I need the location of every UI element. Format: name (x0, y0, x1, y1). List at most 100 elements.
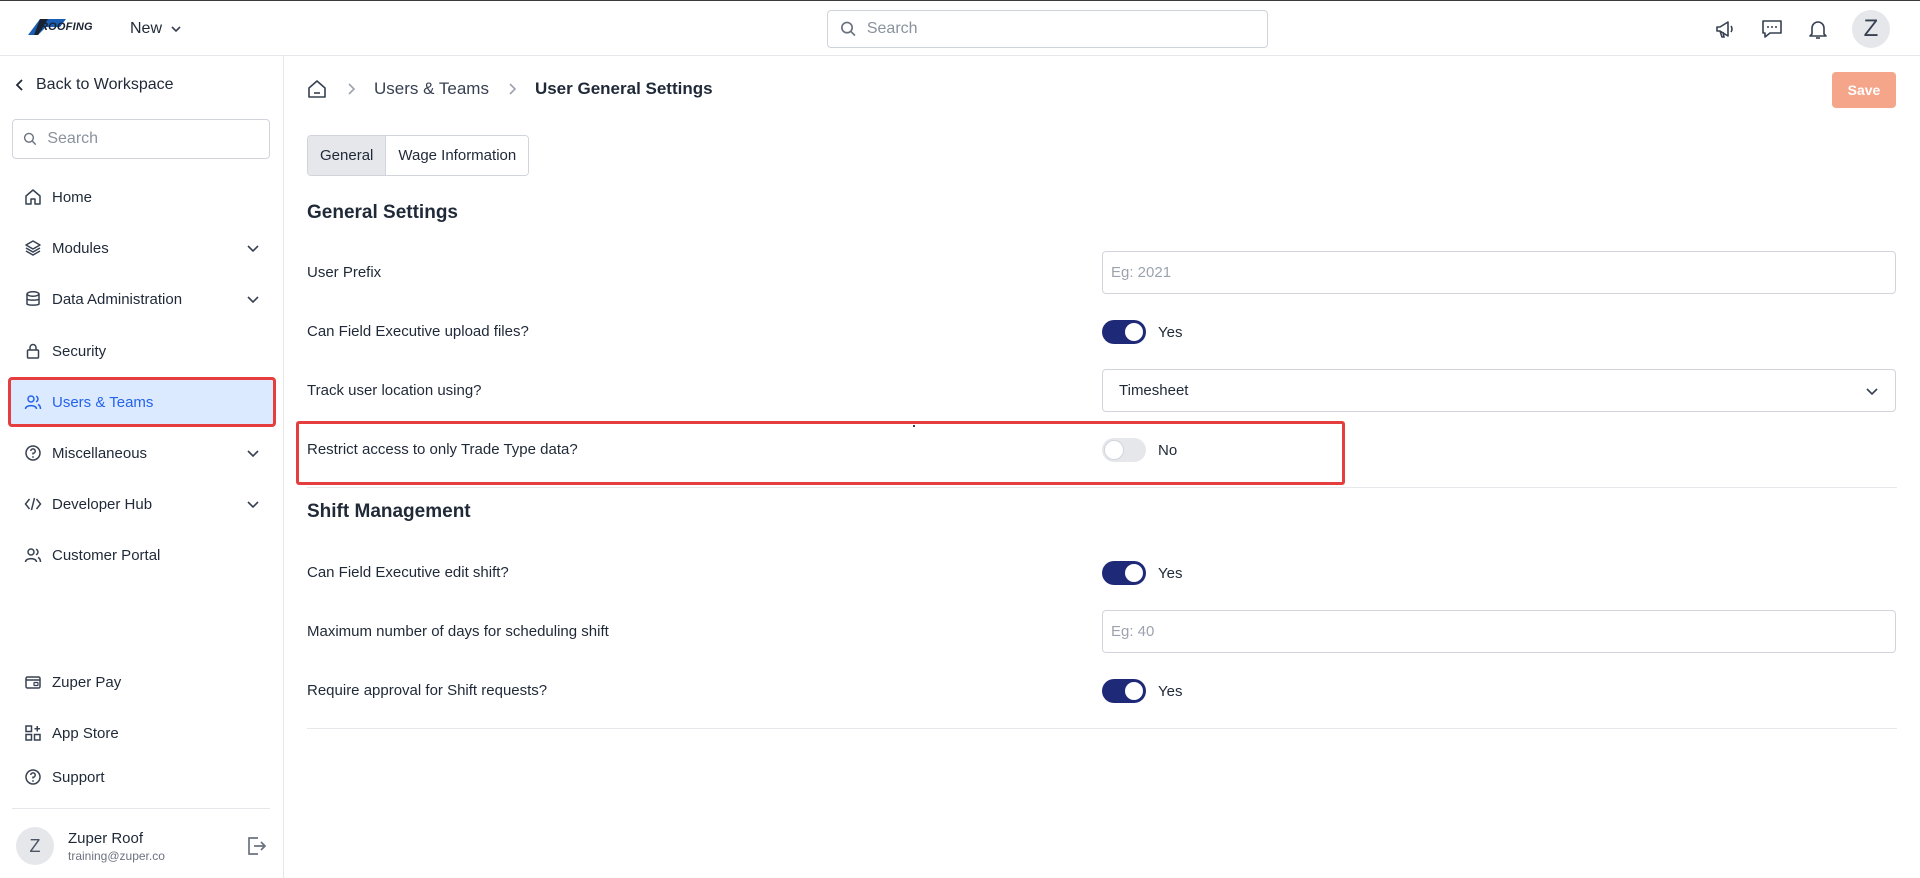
restrict-access-state: No (1158, 441, 1178, 459)
chevron-down-icon (171, 26, 181, 33)
sidebar-item-label: Miscellaneous (52, 444, 148, 462)
settings-tabs: General Wage Information (307, 135, 530, 176)
page-title: User General Settings (534, 79, 713, 98)
edit-shift-toggle-group: Yes (1102, 561, 1182, 585)
track-location-value: Timesheet (1119, 382, 1189, 399)
toggle-knob (1125, 564, 1143, 582)
megaphone-icon[interactable] (1714, 17, 1738, 41)
lock-icon (26, 343, 40, 359)
layers-icon (25, 240, 41, 256)
section-divider (307, 487, 1897, 488)
upload-files-state: Yes (1158, 323, 1183, 341)
sidebar-search[interactable] (12, 119, 270, 159)
logout-icon[interactable] (244, 834, 268, 858)
sidebar-item-developer-hub[interactable]: Developer Hub (10, 481, 274, 527)
tab-general[interactable]: General (308, 136, 387, 175)
chevron-right-icon (348, 83, 356, 95)
home-icon[interactable] (306, 78, 328, 100)
shift-management-title: Shift Management (307, 501, 471, 522)
user-prefix-input[interactable] (1102, 251, 1896, 294)
avatar[interactable]: Z (16, 827, 54, 865)
toggle-knob (1105, 441, 1123, 459)
help-circle-icon (25, 769, 41, 785)
upload-files-toggle[interactable] (1102, 320, 1146, 344)
users-icon (24, 548, 42, 563)
save-button[interactable]: Save (1832, 72, 1896, 108)
user-email: training@zuper.co (68, 848, 165, 863)
edit-shift-label: Can Field Executive edit shift? (307, 564, 509, 581)
user-info: Zuper Roof training@zuper.co (68, 830, 244, 863)
chevron-down-icon (247, 296, 259, 304)
sidebar-item-customer-portal[interactable]: Customer Portal (10, 532, 274, 578)
logo-text: ROOFING (40, 21, 93, 33)
toggle-knob (1125, 323, 1143, 341)
chevron-down-icon (1866, 387, 1878, 395)
global-search[interactable] (827, 10, 1268, 48)
user-name: Zuper Roof (68, 829, 144, 847)
sidebar-item-miscellaneous[interactable]: Miscellaneous (10, 430, 274, 476)
general-settings-title: General Settings (307, 202, 458, 223)
edit-shift-state: Yes (1158, 564, 1183, 582)
sidebar-item-app-store[interactable]: App Store (10, 710, 274, 756)
track-location-label: Track user location using? (307, 382, 482, 399)
user-prefix-label: User Prefix (307, 264, 382, 281)
sidebar-item-label: Support (52, 768, 105, 786)
sidebar-item-users-teams[interactable]: Users & Teams (8, 377, 276, 427)
sidebar-item-data-administration[interactable]: Data Administration (10, 276, 274, 322)
bell-icon[interactable] (1806, 17, 1830, 41)
sidebar-item-label: Modules (52, 239, 109, 257)
top-icons: Z (1714, 10, 1890, 48)
sidebar-item-label: App Store (52, 724, 119, 742)
chevron-right-icon (509, 83, 517, 95)
sidebar-item-security[interactable]: Security (10, 328, 274, 374)
back-to-workspace-link[interactable]: Back to Workspace (14, 76, 174, 94)
chevron-left-icon (15, 79, 23, 91)
restrict-access-toggle[interactable] (1102, 438, 1146, 462)
sidebar-item-label: Customer Portal (52, 546, 161, 564)
search-icon (841, 21, 856, 37)
chevron-down-icon (247, 245, 259, 253)
track-location-select[interactable]: Timesheet (1102, 369, 1896, 412)
max-days-input[interactable] (1102, 610, 1896, 653)
sidebar-item-label: Data Administration (52, 290, 183, 308)
sidebar-item-label: Users & Teams (52, 393, 154, 411)
sidebar: Back to Workspace Home Modules Data Admi… (0, 56, 284, 878)
sidebar-item-support[interactable]: Support (10, 754, 274, 800)
breadcrumb: Users & Teams User General Settings (306, 78, 713, 100)
sidebar-item-home[interactable]: Home (10, 174, 274, 220)
sidebar-search-input[interactable] (47, 130, 259, 148)
section-divider (307, 728, 1897, 729)
home-icon (25, 189, 41, 205)
chat-icon[interactable] (1760, 17, 1784, 41)
apps-icon (25, 725, 41, 741)
edit-shift-toggle[interactable] (1102, 561, 1146, 585)
sidebar-item-label: Developer Hub (52, 495, 153, 513)
new-label: New (130, 20, 163, 37)
sidebar-item-label: Home (52, 188, 93, 206)
current-user: Z Zuper Roof training@zuper.co (16, 824, 278, 868)
sidebar-divider (12, 808, 270, 809)
breadcrumb-users-teams[interactable]: Users & Teams (374, 79, 489, 99)
require-approval-label: Require approval for Shift requests? (307, 682, 548, 699)
sidebar-item-modules[interactable]: Modules (10, 225, 274, 271)
user-avatar[interactable]: Z (1852, 10, 1890, 48)
chevron-down-icon (247, 501, 259, 509)
require-approval-toggle[interactable] (1102, 679, 1146, 703)
global-search-input[interactable] (866, 20, 1255, 38)
new-button[interactable]: New (122, 15, 190, 43)
tab-wage-information[interactable]: Wage Information (386, 136, 529, 175)
restrict-access-label: Restrict access to only Trade Type data? (307, 441, 578, 458)
upload-files-label: Can Field Executive upload files? (307, 323, 529, 340)
require-approval-toggle-group: Yes (1102, 679, 1182, 703)
require-approval-state: Yes (1158, 682, 1183, 700)
max-days-label: Maximum number of days for scheduling sh… (307, 623, 609, 640)
restrict-access-toggle-group: No (1102, 438, 1177, 462)
sidebar-item-zuper-pay[interactable]: Zuper Pay (10, 659, 274, 705)
sidebar-item-label: Zuper Pay (52, 673, 122, 691)
sidebar-item-label: Security (52, 342, 107, 360)
search-icon (23, 132, 37, 146)
cursor-dot (913, 425, 915, 427)
upload-files-toggle-group: Yes (1102, 320, 1182, 344)
users-icon (24, 395, 42, 410)
top-bar: ROOFING New Z (0, 0, 1920, 56)
